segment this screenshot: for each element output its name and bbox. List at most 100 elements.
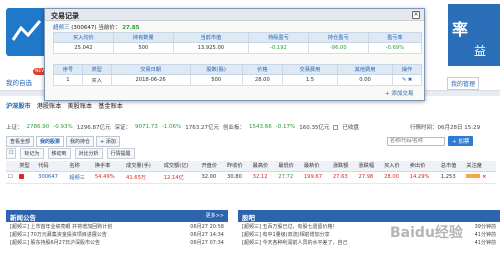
news-item-date: 06月27 20:58: [190, 223, 224, 230]
forum-item-text[interactable]: [超频三] 今天各种利润前人员的水平差了，自己: [242, 239, 348, 246]
cell-low: 27.72: [276, 171, 302, 184]
tab-hk[interactable]: 港股账本: [37, 101, 62, 110]
summary-quantity: 500: [112, 42, 174, 54]
edit-icon[interactable]: ✎: [402, 77, 406, 83]
quote-alert-button[interactable]: 行情提醒: [106, 148, 135, 159]
cy-change: -0.17%: [275, 124, 296, 130]
dialog-stock-name: 超频三: [53, 25, 70, 31]
col-prev-close[interactable]: 昨收价: [225, 161, 251, 172]
col-high[interactable]: 最高价: [250, 161, 277, 172]
col-change[interactable]: 涨跌额: [330, 161, 357, 172]
row-action-icon[interactable]: ×: [482, 174, 486, 180]
forum-panel-header: 股吧: [238, 210, 500, 222]
trade-header: 交易费用: [281, 64, 338, 75]
view-tabs: 查看全部 我的股票 我的持仓 + 添加: [6, 136, 120, 147]
sync-label: 已收盘: [342, 125, 359, 131]
col-market-cap[interactable]: 总市值: [438, 161, 465, 172]
cell-name[interactable]: 超频三: [67, 171, 93, 184]
cell-prev-close: 30.80: [225, 171, 251, 184]
attention-bar: [466, 174, 481, 178]
forum-title: 股吧: [242, 214, 255, 222]
trade-actions: ✎ ✖: [392, 74, 422, 86]
news-item-date: 06月27 14:34: [190, 231, 224, 238]
cell-volume: 41.65万: [124, 171, 162, 184]
trade-header: 交易日期: [110, 64, 191, 75]
trade-price: 28.00: [241, 74, 283, 86]
nav-my-selected[interactable]: 我的自选: [6, 77, 32, 87]
col-volume[interactable]: 成交量(手): [124, 161, 162, 172]
col-type: 类型: [17, 161, 37, 172]
add-stock-button[interactable]: + 加票: [448, 136, 474, 146]
stock-table: 类型 代码 名称 换手率 成交量(手) 成交额(亿) 开盘价 昨收价 最高价 最…: [6, 161, 496, 184]
cell-code[interactable]: 300647: [36, 171, 68, 184]
col-turnover[interactable]: 换手率: [92, 161, 125, 172]
col-latest[interactable]: 最新价: [301, 161, 331, 172]
tab-sh-sz[interactable]: 沪深股市: [6, 101, 31, 110]
dialog-stock-info: 超频三 (300647) 当前价： 27.85: [53, 23, 139, 31]
sz-label: 深证：: [114, 125, 131, 131]
add-trade-button[interactable]: + 添加交易: [385, 89, 413, 97]
forum-item-text[interactable]: [超频三] 有中1量级(双流)相前增加分享: [242, 231, 330, 238]
sz-change: -1.06%: [161, 124, 182, 130]
dialog-latest-label: 当前价：: [98, 25, 121, 31]
list-item[interactable]: [超频三] 股东持股6月27日沪深股市公告 06月27 07:34: [6, 238, 228, 246]
news-panel: 新闻公告 更多>> [超频三] 上市首年业绩亮眼 并将增加回购计划 06月27 2…: [6, 210, 228, 246]
tab-add-group[interactable]: + 添加: [96, 136, 120, 147]
col-amount[interactable]: 成交额(亿): [161, 161, 200, 172]
row-type-icon: [17, 171, 37, 184]
sh-value: 2786.90: [26, 124, 50, 130]
list-item[interactable]: [超频三] 上市首年业绩亮眼 并将增加回购计划 06月27 20:58: [6, 222, 228, 230]
cell-bid: 28.00: [382, 171, 408, 184]
summary-hold-pl: -0.192: [248, 42, 309, 54]
summary-header: 持有数量: [112, 32, 174, 43]
tab-my-positions[interactable]: 我的持仓: [66, 136, 95, 147]
sz-amount: 1763.27亿元: [185, 125, 219, 131]
tab-us[interactable]: 美股账本: [68, 101, 93, 110]
col-attention[interactable]: 关注度: [464, 161, 496, 172]
select-all-checkbox[interactable]: ☐: [6, 148, 17, 159]
news-more-link[interactable]: 更多>>: [206, 212, 224, 219]
news-item-text[interactable]: [超频三] 股东持股6月27日沪深股市公告: [10, 239, 100, 246]
tag-as-button[interactable]: 标记为: [20, 148, 44, 159]
forum-item-date: 41分钟前: [474, 231, 496, 238]
cy-label: 创业板：: [222, 125, 245, 131]
col-name[interactable]: 名称: [67, 161, 93, 172]
summary-avg-cost: 25.042: [53, 42, 114, 54]
tab-view-all[interactable]: 查看全部: [6, 136, 35, 147]
trade-header: 序号: [53, 64, 83, 75]
compare-button[interactable]: 对比分析: [74, 148, 103, 159]
row-checkbox[interactable]: ☐: [6, 171, 18, 184]
position-summary-table: 买入均价 持有数量 当前市值 持股盈亏 持仓盈亏 盈亏率 25.042 500 …: [53, 32, 423, 54]
table-row: 1 买入 2018-06-26 500 28.00 1.5 0.00 ✎ ✖: [53, 74, 422, 86]
sh-amount: 1296.87亿元: [76, 125, 111, 131]
cell-attention: ×: [464, 171, 496, 184]
delete-icon[interactable]: ✖: [408, 77, 412, 83]
app-logo[interactable]: [6, 8, 48, 56]
forum-item-text[interactable]: [超频三] 五百万股已过，有股七遗留价格！: [242, 223, 338, 230]
news-item-text[interactable]: [超频三] 70万元募集资金投资项目进展公告: [10, 231, 107, 238]
table-row[interactable]: ☐ 300647 超频三 54.49% 41.65万 12.14亿 32.00 …: [6, 171, 496, 184]
summary-header: 持股盈亏: [248, 32, 309, 43]
close-icon[interactable]: ×: [412, 11, 420, 19]
col-code[interactable]: 代码: [36, 161, 68, 172]
tab-fund[interactable]: 基金账本: [98, 101, 123, 110]
stock-search-input[interactable]: [387, 136, 445, 146]
tab-my-stocks[interactable]: 我的股票: [36, 136, 65, 147]
col-open[interactable]: 开盘价: [199, 161, 226, 172]
quote-time-value: 06月28日 15:29: [437, 125, 481, 131]
col-ask[interactable]: 卖出价: [407, 161, 439, 172]
col-change-pct[interactable]: 涨跌幅: [356, 161, 383, 172]
dialog-stock-code: (300647): [71, 25, 97, 31]
list-toolbar: ☐ 标记为 移动到 对比分析 行情提醒: [6, 148, 135, 159]
summary-pl-rate: -0.69%: [367, 42, 423, 54]
news-item-text[interactable]: [超频三] 上市首年业绩亮眼 并将增加回购计划: [10, 223, 112, 230]
dialog-title: 交易记录: [45, 9, 424, 21]
move-to-button[interactable]: 移动到: [47, 148, 71, 159]
col-low[interactable]: 最低价: [276, 161, 302, 172]
news-panel-header: 新闻公告 更多>>: [6, 210, 228, 222]
sz-value: 9071.73: [135, 124, 158, 130]
nav-manage-link[interactable]: 我的管理: [447, 77, 480, 90]
list-item[interactable]: [超频三] 70万元募集资金投资项目进展公告 06月27 14:34: [6, 230, 228, 238]
col-bid[interactable]: 买入价: [382, 161, 408, 172]
sync-checkbox[interactable]: [333, 124, 339, 130]
